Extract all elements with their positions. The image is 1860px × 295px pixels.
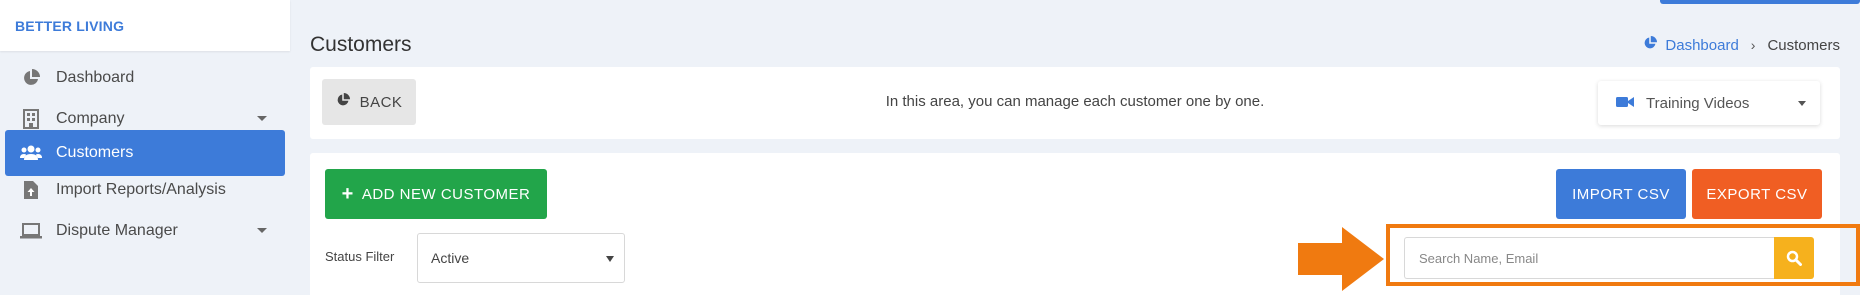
brand-logo[interactable]: BETTER LIVING	[0, 0, 290, 51]
chevron-down-icon	[606, 256, 614, 262]
sidebar-item-label: Customers	[56, 144, 134, 161]
file-upload-icon	[20, 179, 42, 201]
info-card: BACK In this area, you can manage each c…	[310, 67, 1840, 139]
import-csv-button[interactable]: IMPORT CSV	[1556, 169, 1686, 219]
sidebar-item-label: Import Reports/Analysis	[56, 181, 226, 198]
building-icon	[20, 108, 42, 130]
search-icon	[1786, 250, 1802, 266]
plus-icon: +	[341, 182, 354, 205]
laptop-icon	[20, 220, 42, 242]
sidebar-item-label: Company	[56, 110, 125, 127]
pie-chart-icon	[20, 67, 42, 89]
sidebar-item-label: Dashboard	[56, 69, 135, 86]
chevron-down-icon	[257, 228, 267, 233]
sidebar-item-dispute-manager[interactable]: Dispute Manager	[5, 208, 285, 254]
pie-chart-icon	[1643, 36, 1658, 54]
export-csv-button[interactable]: EXPORT CSV	[1692, 169, 1822, 219]
status-filter-value: Active	[431, 250, 470, 266]
users-icon	[20, 142, 42, 164]
video-camera-icon	[1616, 95, 1634, 112]
status-filter-select[interactable]: Active	[417, 233, 625, 283]
breadcrumb-current: Customers	[1767, 36, 1840, 54]
training-videos-dropdown[interactable]: Training Videos	[1598, 81, 1820, 125]
page-title: Customers	[310, 33, 412, 56]
arrow-right-icon	[1298, 227, 1384, 291]
chevron-down-icon	[257, 116, 267, 121]
search-input[interactable]	[1404, 237, 1774, 279]
search-button[interactable]	[1774, 237, 1814, 279]
breadcrumb-home-link[interactable]: Dashboard	[1665, 37, 1738, 54]
chevron-right-icon: ›	[1750, 37, 1756, 53]
add-new-customer-label: ADD NEW CUSTOMER	[361, 185, 531, 203]
sidebar-item-import-reports[interactable]: Import Reports/Analysis	[5, 167, 285, 213]
add-new-customer-button[interactable]: + ADD NEW CUSTOMER	[325, 169, 547, 219]
sidebar-item-label: Dispute Manager	[56, 222, 178, 239]
status-filter-label: Status Filter	[325, 249, 395, 264]
breadcrumb: Dashboard › Customers	[1643, 36, 1840, 54]
sidebar: BETTER LIVING Dashboard Company Customer…	[0, 0, 290, 295]
sidebar-item-dashboard[interactable]: Dashboard	[5, 55, 285, 101]
chevron-down-icon	[1798, 101, 1806, 106]
training-videos-label: Training Videos	[1646, 94, 1750, 112]
top-right-account-button[interactable]	[1660, 0, 1860, 4]
